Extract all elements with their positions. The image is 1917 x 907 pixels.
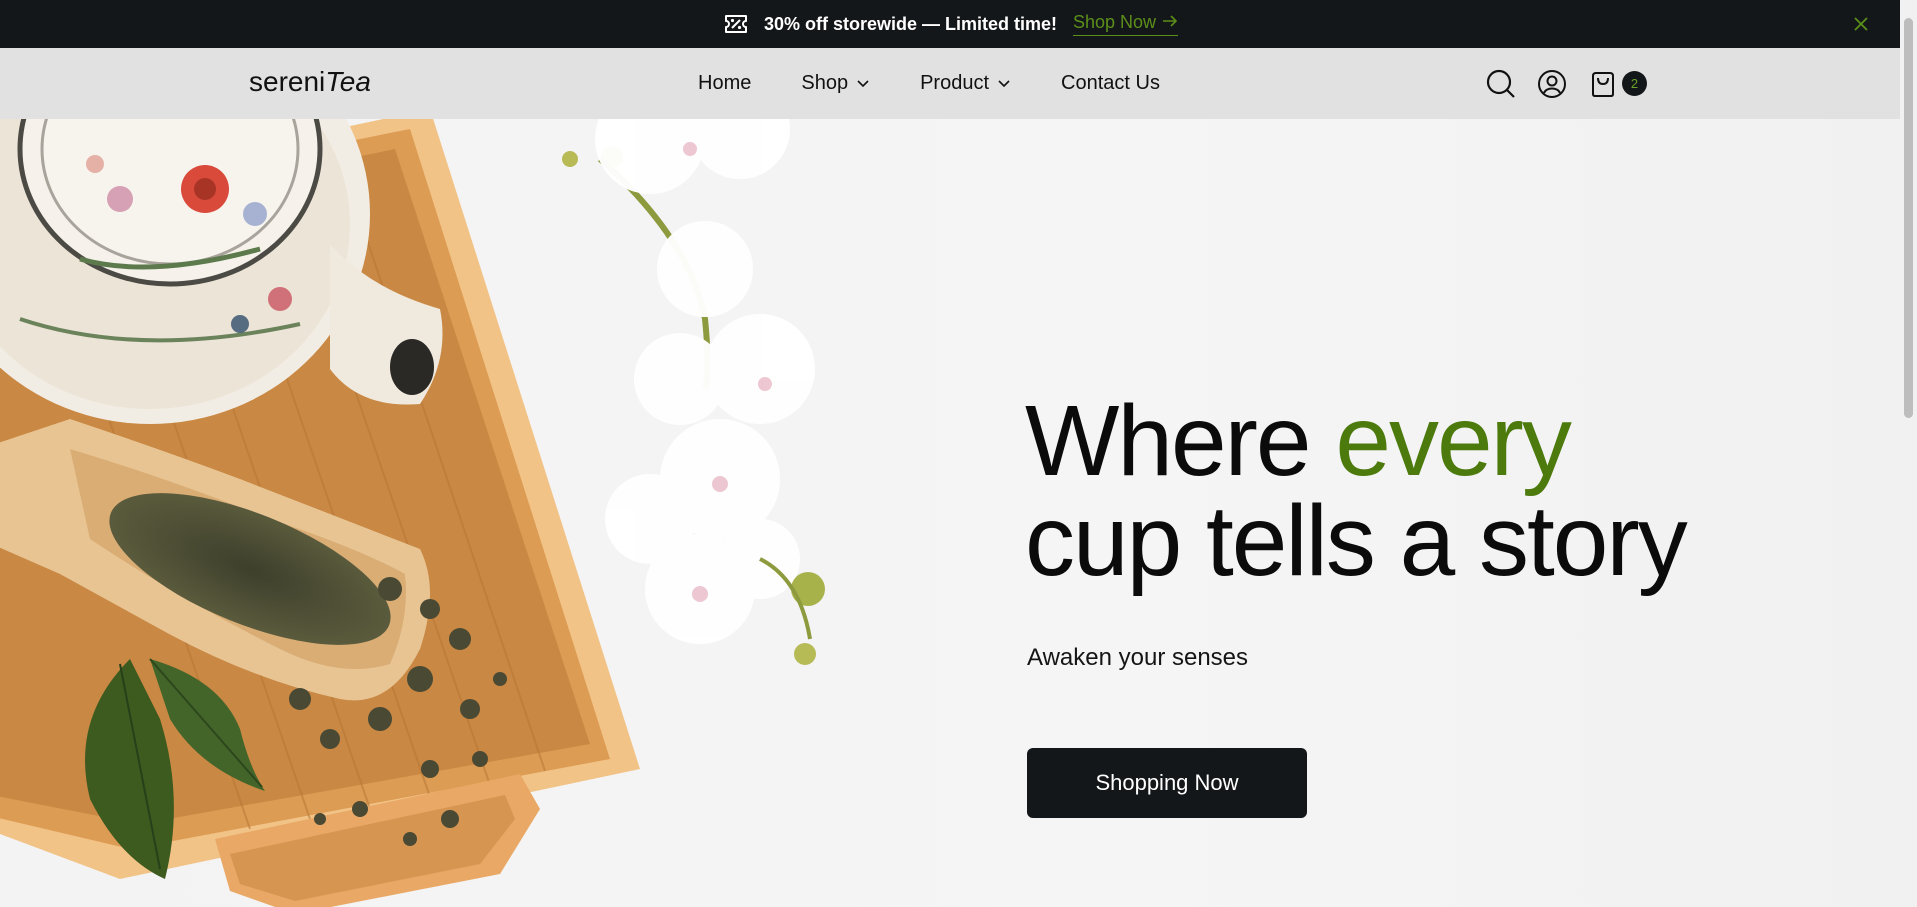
announcement-shop-link[interactable]: Shop Now	[1072, 12, 1179, 36]
cart-count-badge: 2	[1622, 71, 1647, 96]
site-logo[interactable]: sereniTea	[249, 66, 371, 98]
nav-label-shop: Shop	[801, 72, 849, 94]
cart[interactable]: 2	[1588, 69, 1647, 99]
shopping-now-button[interactable]: Shopping Now	[1027, 748, 1307, 818]
headline-start: Where	[1025, 385, 1336, 497]
announcement-text: 30% off storewide — Limited time!	[763, 13, 1057, 34]
hero-image	[0, 119, 825, 907]
arrow-right-icon	[1162, 12, 1178, 33]
site-header: sereniTea Home Shop Product Contact Us 2	[0, 48, 1900, 119]
close-icon[interactable]	[1850, 13, 1872, 35]
discount-ticket-icon	[722, 10, 750, 38]
hero-subline: Awaken your senses	[1027, 644, 1249, 671]
shop-link-label: Shop Now	[1072, 12, 1157, 32]
header-icons: 2	[1486, 48, 1647, 119]
nav-item-shop[interactable]: Shop	[801, 72, 870, 95]
search-icon[interactable]	[1486, 69, 1516, 99]
hero-section: Where every cup tells a story Awaken you…	[0, 119, 1900, 907]
headline-end: cup tells a story	[1025, 485, 1688, 597]
headline-accent: every	[1335, 385, 1572, 497]
account-icon[interactable]	[1537, 69, 1567, 99]
shopping-bag-icon[interactable]	[1588, 69, 1618, 99]
logo-regular: sereni	[249, 66, 326, 97]
announcement-bar: 30% off storewide — Limited time! Shop N…	[0, 0, 1900, 48]
nav-label-product: Product	[920, 72, 990, 94]
chevron-down-icon	[856, 72, 870, 95]
nav-label-contact: Contact Us	[1061, 72, 1160, 94]
nav-item-home[interactable]: Home	[698, 72, 751, 95]
main-nav: Home Shop Product Contact Us	[698, 48, 1160, 119]
hero-headline: Where every cup tells a story	[1025, 391, 1688, 591]
nav-item-product[interactable]: Product	[920, 72, 1011, 95]
page-scrollbar[interactable]	[1900, 0, 1917, 907]
nav-label-home: Home	[698, 72, 752, 94]
scrollbar-thumb[interactable]	[1904, 18, 1913, 418]
logo-italic: Tea	[325, 66, 371, 97]
chevron-down-icon	[997, 72, 1011, 95]
nav-item-contact[interactable]: Contact Us	[1061, 72, 1160, 95]
